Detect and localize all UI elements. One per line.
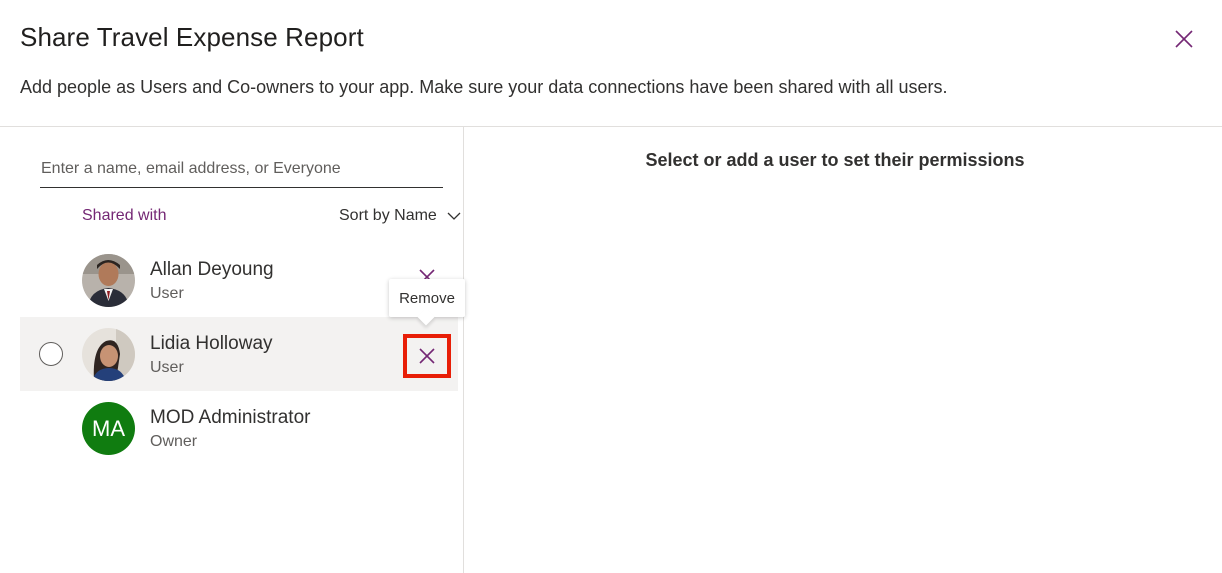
close-icon [416, 266, 438, 280]
avatar [82, 328, 135, 381]
user-name: Lidia Holloway [150, 333, 273, 354]
sort-dropdown[interactable]: Sort by Name [339, 207, 461, 225]
user-role: User [150, 359, 184, 376]
avatar: MA [82, 402, 135, 455]
shared-with-label: Shared with [82, 207, 167, 224]
user-name: Allan Deyoung [150, 259, 274, 280]
user-row-mod-administrator[interactable]: MA MOD Administrator Owner [20, 391, 458, 465]
select-radio[interactable] [39, 342, 63, 366]
dialog-header: Share Travel Expense Report Add people a… [0, 0, 1222, 126]
user-row-lidia-holloway[interactable]: Lidia Holloway User [20, 317, 458, 391]
close-button[interactable] [1170, 25, 1198, 53]
close-icon [419, 348, 435, 364]
remove-user-button[interactable] [403, 334, 451, 378]
user-name: MOD Administrator [150, 407, 311, 428]
remove-tooltip: Remove [389, 279, 465, 317]
close-icon [1175, 30, 1193, 48]
user-role: User [150, 285, 184, 302]
search-input[interactable] [40, 151, 443, 188]
user-role: Owner [150, 433, 198, 450]
avatar [82, 254, 135, 307]
permissions-placeholder-message: Select or add a user to set their permis… [645, 150, 1025, 170]
sort-label: Sort by Name [339, 207, 437, 224]
dialog-subtitle: Add people as Users and Co-owners to you… [20, 77, 948, 97]
dialog-title: Share Travel Expense Report [20, 22, 364, 52]
panel-divider [463, 127, 464, 573]
chevron-down-icon [447, 212, 461, 220]
user-list-panel: Shared with Sort by Name Allan Deyoung U… [0, 127, 463, 573]
